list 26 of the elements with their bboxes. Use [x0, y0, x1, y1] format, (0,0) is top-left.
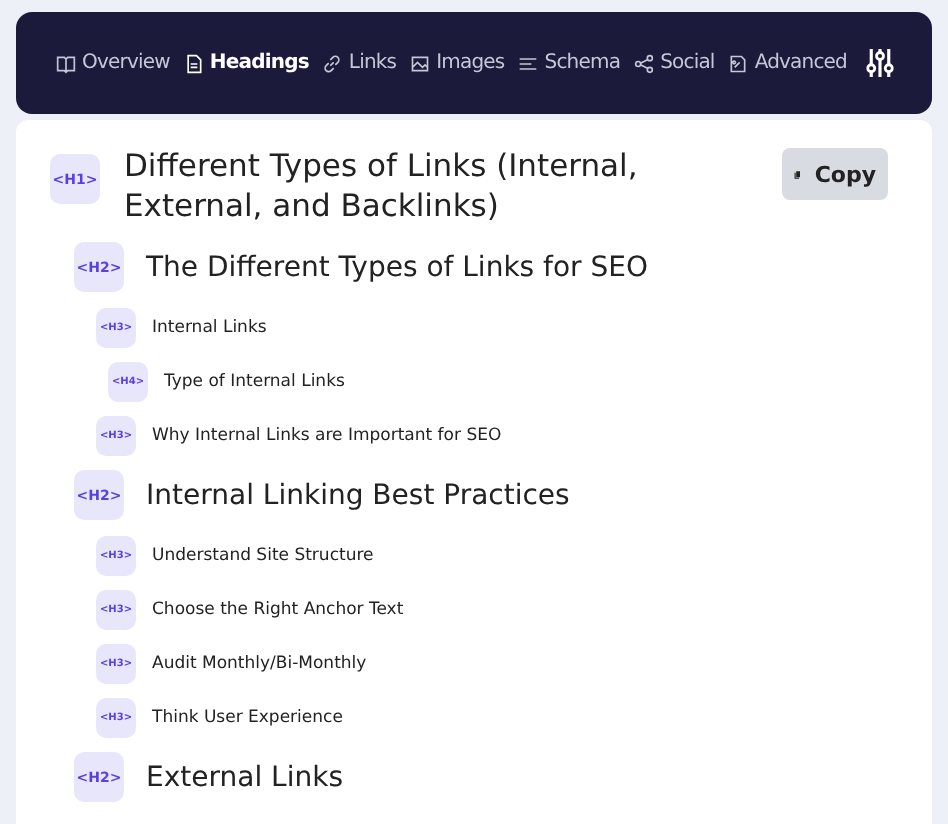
nav-tab[interactable]: Images [406, 48, 509, 78]
nav-tab[interactable]: Links [318, 48, 401, 78]
heading-text: Think User Experience [152, 708, 343, 728]
sliders-icon [865, 46, 894, 80]
document-icon [183, 53, 204, 73]
heading-text: Understand Site Structure [152, 546, 374, 566]
image-icon [410, 53, 431, 73]
heading-text: Internal Links [152, 318, 267, 338]
nav-tab[interactable]: Headings [179, 48, 313, 78]
heading-text: Audit Monthly/Bi-Monthly [152, 654, 367, 674]
nav-tab[interactable]: Overview [52, 48, 174, 78]
copy-button[interactable]: Copy [782, 148, 888, 200]
nav-tab[interactable]: Schema [514, 48, 625, 78]
heading-text: Type of Internal Links [164, 372, 345, 392]
heading-text: Internal Linking Best Practices [146, 479, 570, 511]
link-icon [322, 53, 343, 73]
lines-icon [518, 53, 539, 73]
heading-text: Choose the Right Anchor Text [152, 600, 404, 620]
heading-text: The Different Types of Links for SEO [146, 251, 649, 283]
heading-text: Why Internal Links are Important for SEO [152, 426, 502, 446]
heading-text: Different Types of Links (Internal, External, and Backlinks) [124, 146, 640, 226]
heading-text: External Links [146, 761, 343, 793]
book-icon [56, 53, 76, 73]
nav-tab[interactable]: Social [630, 48, 719, 78]
share-icon [634, 53, 655, 73]
nav-tab[interactable]: Advanced [724, 48, 852, 78]
